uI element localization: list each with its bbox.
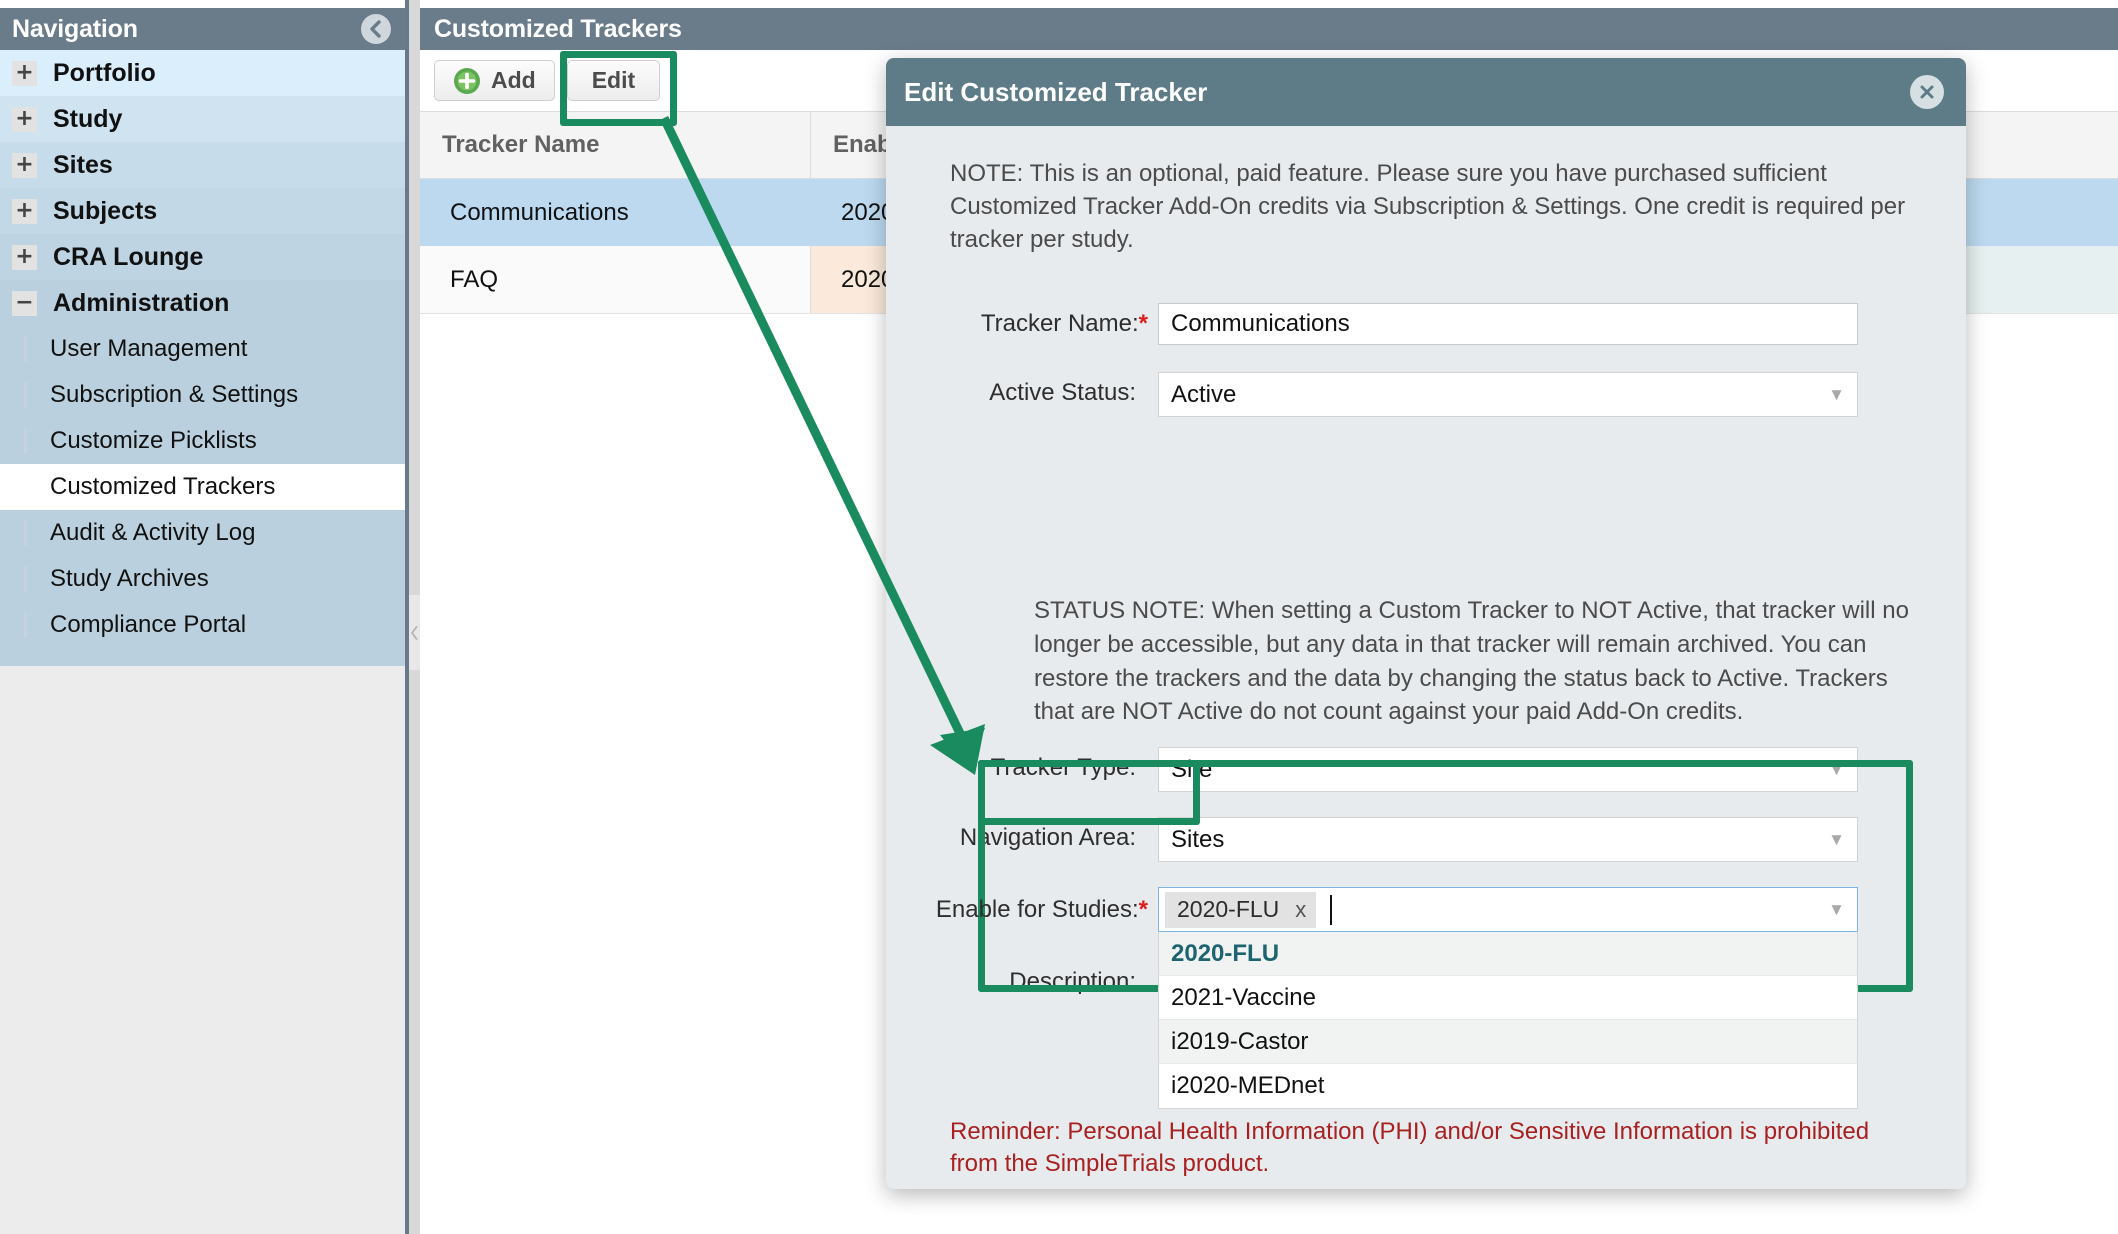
sidebar-subitem-label: Audit & Activity Log bbox=[50, 519, 256, 546]
sidebar-bottom-spacer bbox=[0, 648, 405, 666]
option-2020-flu[interactable]: 2020-FLU bbox=[1159, 932, 1857, 976]
tracker-name-input[interactable]: Communications bbox=[1158, 303, 1858, 345]
sidebar-subitem-label: Customize Picklists bbox=[50, 427, 257, 454]
expand-plus-icon[interactable]: + bbox=[12, 106, 37, 132]
required-asterisk: * bbox=[1138, 310, 1148, 337]
field-navigation-area: Navigation Area: Sites ▼ bbox=[906, 817, 1858, 862]
sidebar-item-label: Portfolio bbox=[53, 58, 156, 87]
nav-top-strip bbox=[0, 0, 405, 8]
sidebar-subitem-label: Study Archives bbox=[50, 565, 209, 592]
field-label-navigation-area: Navigation Area: bbox=[959, 824, 1136, 851]
chip-remove-icon[interactable]: x bbox=[1295, 897, 1306, 923]
edit-customized-tracker-dialog: Edit Customized Tracker NOTE: This is an… bbox=[886, 58, 1966, 1189]
field-active-status: Active Status: Active ▼ bbox=[906, 372, 1858, 417]
dialog-note: NOTE: This is an optional, paid feature.… bbox=[950, 160, 1906, 254]
navigation-title: Navigation bbox=[12, 14, 138, 43]
field-label-tracker-type: Tracker Type: bbox=[990, 754, 1136, 781]
chevron-left-icon[interactable] bbox=[361, 14, 391, 44]
sidebar-item-subjects[interactable]: + Subjects bbox=[0, 188, 405, 234]
nav-collapse-handle[interactable] bbox=[409, 595, 420, 670]
enable-for-studies-multiselect[interactable]: 2020-FLU x ▼ bbox=[1158, 887, 1858, 932]
tracker-type-value: Site bbox=[1171, 755, 1213, 783]
option-i2020-mednet[interactable]: i2020-MEDnet bbox=[1159, 1064, 1857, 1108]
chip-label: 2020-FLU bbox=[1177, 896, 1280, 922]
chevron-down-icon: ▼ bbox=[1828, 384, 1845, 404]
sidebar-item-label: Sites bbox=[53, 150, 113, 179]
sidebar-subitem-label: User Management bbox=[50, 335, 248, 362]
sidebar-item-customize-picklists[interactable]: Customize Picklists bbox=[0, 418, 405, 464]
sidebar-item-subscription-settings[interactable]: Subscription & Settings bbox=[0, 372, 405, 418]
edit-button-label: Edit bbox=[591, 67, 636, 93]
cell-tracker-name: Communications bbox=[450, 198, 629, 226]
navigation-area-select[interactable]: Sites ▼ bbox=[1158, 817, 1858, 862]
phi-reminder-text: Reminder: Personal Health Information (P… bbox=[950, 1118, 1870, 1178]
active-status-value: Active bbox=[1171, 380, 1237, 408]
enable-for-studies-options-list: 2020-FLU 2021-Vaccine i2019-Castor i2020… bbox=[1158, 932, 1858, 1109]
column-header-tracker-name[interactable]: Tracker Name bbox=[420, 111, 810, 179]
edit-button[interactable]: Edit bbox=[566, 60, 661, 101]
chevron-down-icon: ▼ bbox=[1828, 759, 1845, 779]
sidebar-item-cra-lounge[interactable]: + CRA Lounge bbox=[0, 234, 405, 280]
chevron-down-icon: ▼ bbox=[1828, 829, 1845, 849]
app-root: Navigation + Portfolio + Study + Sites +… bbox=[0, 0, 2118, 1234]
add-button[interactable]: Add bbox=[434, 60, 555, 101]
close-icon[interactable] bbox=[1910, 75, 1944, 109]
tracker-name-value: Communications bbox=[1171, 310, 1350, 337]
field-label-enable-for-studies: Enable for Studies:* bbox=[935, 896, 1148, 923]
dialog-status-note: STATUS NOTE: When setting a Custom Track… bbox=[1034, 597, 1909, 726]
sidebar-item-label: Study bbox=[53, 104, 123, 133]
dialog-title: Edit Customized Tracker bbox=[904, 76, 1208, 107]
sidebar-item-audit-activity-log[interactable]: Audit & Activity Log bbox=[0, 510, 405, 556]
sidebar-item-label: Subjects bbox=[53, 196, 158, 225]
option-i2019-castor[interactable]: i2019-Castor bbox=[1159, 1020, 1857, 1064]
field-description: Description: bbox=[906, 961, 1158, 996]
sidebar-item-administration[interactable]: − Administration bbox=[0, 280, 405, 326]
navigation-area-value: Sites bbox=[1171, 825, 1225, 853]
dialog-header: Edit Customized Tracker bbox=[886, 58, 1966, 126]
page-header: Customized Trackers bbox=[420, 8, 2118, 50]
expand-plus-icon[interactable]: + bbox=[12, 198, 37, 224]
sidebar-item-sites[interactable]: + Sites bbox=[0, 142, 405, 188]
sidebar-item-portfolio[interactable]: + Portfolio bbox=[0, 50, 405, 96]
sidebar-item-compliance-portal[interactable]: Compliance Portal bbox=[0, 602, 405, 648]
sidebar-item-customized-trackers[interactable]: Customized Trackers bbox=[0, 464, 405, 510]
field-tracker-type: Tracker Type: Site ▼ bbox=[906, 747, 1858, 792]
navigation-list: + Portfolio + Study + Sites + Subjects +… bbox=[0, 50, 405, 666]
sidebar-item-study-archives[interactable]: Study Archives bbox=[0, 556, 405, 602]
navigation-header: Navigation bbox=[0, 8, 405, 50]
page-title: Customized Trackers bbox=[434, 14, 682, 43]
expand-plus-icon[interactable]: + bbox=[12, 60, 37, 86]
active-status-select[interactable]: Active ▼ bbox=[1158, 372, 1858, 417]
selected-study-chip: 2020-FLU x bbox=[1165, 891, 1317, 928]
collapse-minus-icon[interactable]: − bbox=[12, 290, 37, 316]
tracker-type-select[interactable]: Site ▼ bbox=[1158, 747, 1858, 792]
sidebar-subitem-label: Subscription & Settings bbox=[50, 381, 299, 408]
cell-tracker-name: FAQ bbox=[450, 265, 499, 293]
navigation-panel: Navigation + Portfolio + Study + Sites +… bbox=[0, 0, 405, 1234]
field-label-tracker-name: Tracker Name:* bbox=[980, 310, 1148, 337]
text-cursor bbox=[1330, 894, 1333, 925]
field-enable-for-studies: Enable for Studies:* 2020-FLU x ▼ 2020-F… bbox=[906, 887, 1858, 1109]
option-2021-vaccine[interactable]: 2021-Vaccine bbox=[1159, 976, 1857, 1020]
field-label-description: Description: bbox=[1009, 968, 1136, 995]
add-circle-icon bbox=[453, 67, 481, 95]
chevron-down-icon[interactable]: ▼ bbox=[1828, 900, 1845, 920]
field-tracker-name: Tracker Name:* Communications bbox=[906, 303, 1858, 345]
sidebar-subitem-label: Compliance Portal bbox=[50, 611, 247, 638]
expand-plus-icon[interactable]: + bbox=[12, 244, 37, 270]
add-button-label: Add bbox=[491, 67, 536, 93]
field-label-active-status: Active Status: bbox=[989, 379, 1136, 406]
expand-plus-icon[interactable]: + bbox=[12, 152, 37, 178]
sidebar-item-user-management[interactable]: User Management bbox=[0, 326, 405, 372]
sidebar-item-label: CRA Lounge bbox=[53, 242, 204, 271]
sidebar-item-study[interactable]: + Study bbox=[0, 96, 405, 142]
sidebar-subitem-label: Customized Trackers bbox=[50, 473, 276, 500]
sidebar-item-label: Administration bbox=[53, 288, 230, 317]
required-asterisk: * bbox=[1138, 896, 1148, 923]
